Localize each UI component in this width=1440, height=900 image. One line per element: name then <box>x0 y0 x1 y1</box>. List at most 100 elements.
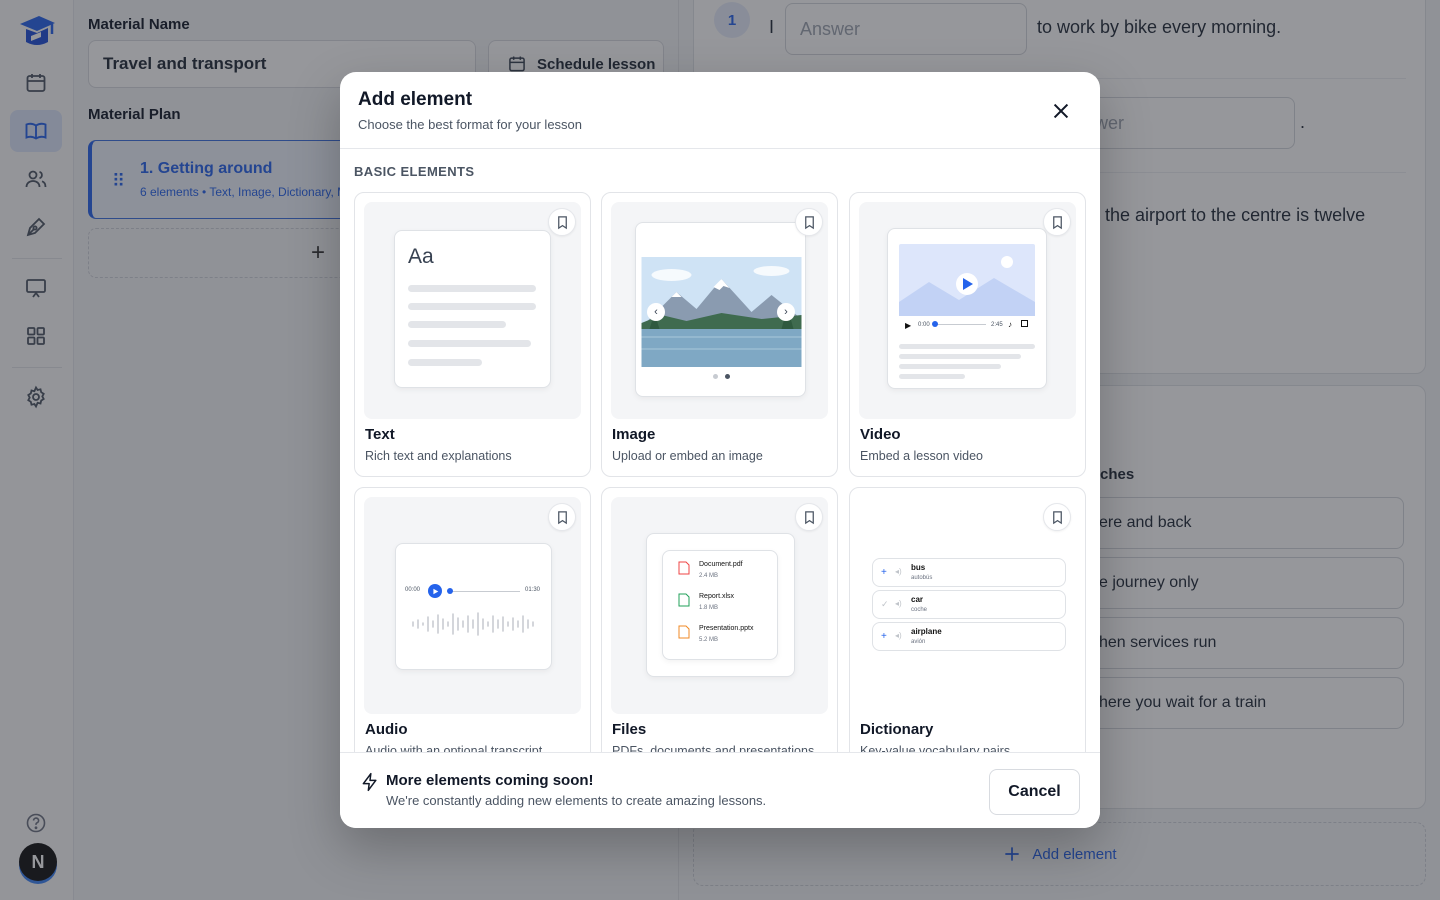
card-title: Dictionary <box>860 721 934 738</box>
file-name: Document.pdf <box>699 561 743 568</box>
files-preview: Document.pdf 2.4 MB Report.xlsx 1.8 MB P… <box>662 550 778 660</box>
lightning-icon <box>362 772 377 792</box>
card-description: Upload or embed an image <box>612 449 763 463</box>
play-icon: ▶ <box>905 321 912 330</box>
dictionary-row: + ◂) airplane avión <box>872 622 1066 651</box>
plus-icon: + <box>881 567 887 578</box>
card-description: Embed a lesson video <box>860 449 983 463</box>
volume-icon: ◂) <box>895 567 902 576</box>
text-line <box>408 285 536 292</box>
dictionary-translation: coche <box>911 607 928 613</box>
text-line <box>899 364 1001 369</box>
dictionary-translation: autobús <box>911 575 933 581</box>
check-icon: ✓ <box>881 599 889 609</box>
file-size: 5.2 MB <box>699 637 719 643</box>
dictionary-row: ✓ ◂) car coche <box>872 590 1066 619</box>
text-line <box>408 340 531 347</box>
card-title: Text <box>365 426 395 443</box>
bookmark-button[interactable] <box>548 503 576 531</box>
bookmark-button[interactable] <box>1043 503 1071 531</box>
play-icon <box>432 588 438 594</box>
spreadsheet-file-icon <box>678 593 690 607</box>
image-preview: ‹ › <box>635 222 806 397</box>
volume-icon: ◂) <box>895 631 902 640</box>
dictionary-word: car <box>911 595 924 604</box>
audio-thumbnail: 00:00 01:30 <box>364 497 581 714</box>
bookmark-button[interactable] <box>795 208 823 236</box>
element-card-text[interactable]: Aa Text Rich text and explanations <box>354 192 591 477</box>
next-arrow-icon: › <box>777 303 795 321</box>
text-line <box>408 359 482 366</box>
file-size: 2.4 MB <box>699 573 719 579</box>
bookmark-icon <box>804 215 814 229</box>
section-title: BASIC ELEMENTS <box>354 164 475 179</box>
dictionary-word: bus <box>911 563 926 572</box>
card-description: PDFs, documents and presentations <box>612 744 815 752</box>
video-track <box>935 324 986 325</box>
prev-arrow-icon: ‹ <box>647 303 665 321</box>
card-description: Audio with an optional transcript <box>365 744 543 752</box>
presentation-file-icon <box>678 625 690 639</box>
audio-start-time: 00:00 <box>405 587 421 593</box>
element-card-audio[interactable]: 00:00 01:30 Audio Audio with an optional… <box>354 487 591 752</box>
audio-end-time: 01:30 <box>525 587 541 593</box>
bookmark-button[interactable] <box>1043 208 1071 236</box>
bookmark-button[interactable] <box>548 208 576 236</box>
cancel-button[interactable]: Cancel <box>989 769 1080 815</box>
dictionary-translation: avión <box>911 639 926 645</box>
video-scrubber <box>932 321 938 327</box>
text-line <box>408 303 536 310</box>
video-end-time: 2:45 <box>991 322 1003 328</box>
audio-scrubber <box>447 588 453 594</box>
files-thumbnail: Document.pdf 2.4 MB Report.xlsx 1.8 MB P… <box>611 497 828 714</box>
volume-icon: ◂) <box>895 599 902 608</box>
element-card-dictionary[interactable]: + ◂) bus autobús ✓ ◂) car coche + ◂) air… <box>849 487 1086 752</box>
bookmark-icon <box>1052 510 1062 524</box>
audio-preview: 00:00 01:30 <box>395 543 552 670</box>
plus-icon: + <box>881 631 887 642</box>
text-thumbnail: Aa <box>364 202 581 419</box>
carousel-dot-active <box>725 374 730 379</box>
pdf-file-icon <box>678 561 690 575</box>
text-preview: Aa <box>394 230 551 388</box>
card-title: Files <box>612 721 647 738</box>
card-title: Audio <box>365 721 408 738</box>
video-thumbnail: ▶ 0:00 2:45 ♪ <box>859 202 1076 419</box>
video-preview: ▶ 0:00 2:45 ♪ <box>887 228 1047 389</box>
modal-subtitle: Choose the best format for your lesson <box>358 117 583 132</box>
files-preview-outer: Document.pdf 2.4 MB Report.xlsx 1.8 MB P… <box>646 533 795 677</box>
waveform <box>412 612 534 636</box>
text-line <box>899 354 1021 359</box>
video-frame <box>899 244 1035 316</box>
close-icon <box>1053 103 1069 119</box>
footer-subtitle: We're constantly adding new elements to … <box>386 793 767 808</box>
card-title: Image <box>612 426 656 443</box>
element-card-image[interactable]: ‹ › Image Upload or embed an image <box>601 192 838 477</box>
element-card-files[interactable]: Document.pdf 2.4 MB Report.xlsx 1.8 MB P… <box>601 487 838 752</box>
bookmark-icon <box>557 510 567 524</box>
add-element-modal: Add element Choose the best format for y… <box>340 72 1100 828</box>
volume-icon: ♪ <box>1008 320 1012 329</box>
file-name: Presentation.pptx <box>699 625 754 632</box>
dictionary-thumbnail: + ◂) bus autobús ✓ ◂) car coche + ◂) air… <box>859 497 1076 714</box>
dictionary-word: airplane <box>911 627 942 636</box>
carousel-dot <box>713 374 718 379</box>
modal-body[interactable]: BASIC ELEMENTS Aa Text Rich text and exp… <box>340 149 1100 752</box>
text-line <box>899 344 1035 349</box>
bookmark-icon <box>1052 215 1062 229</box>
bookmark-icon <box>804 510 814 524</box>
footer-title: More elements coming soon! <box>386 772 594 789</box>
file-name: Report.xlsx <box>699 593 735 600</box>
dictionary-row: + ◂) bus autobús <box>872 558 1066 587</box>
modal-title: Add element <box>358 89 473 110</box>
audio-track <box>450 591 520 592</box>
bookmark-button[interactable] <box>795 503 823 531</box>
close-button[interactable] <box>1046 96 1076 126</box>
card-description: Key-value vocabulary pairs <box>860 744 1011 752</box>
fullscreen-icon <box>1021 320 1028 327</box>
element-card-video[interactable]: ▶ 0:00 2:45 ♪ Video Embed a lesson video <box>849 192 1086 477</box>
image-thumbnail: ‹ › <box>611 202 828 419</box>
card-title: Video <box>860 426 901 443</box>
video-start-time: 0:00 <box>918 322 930 328</box>
text-line <box>408 321 506 328</box>
